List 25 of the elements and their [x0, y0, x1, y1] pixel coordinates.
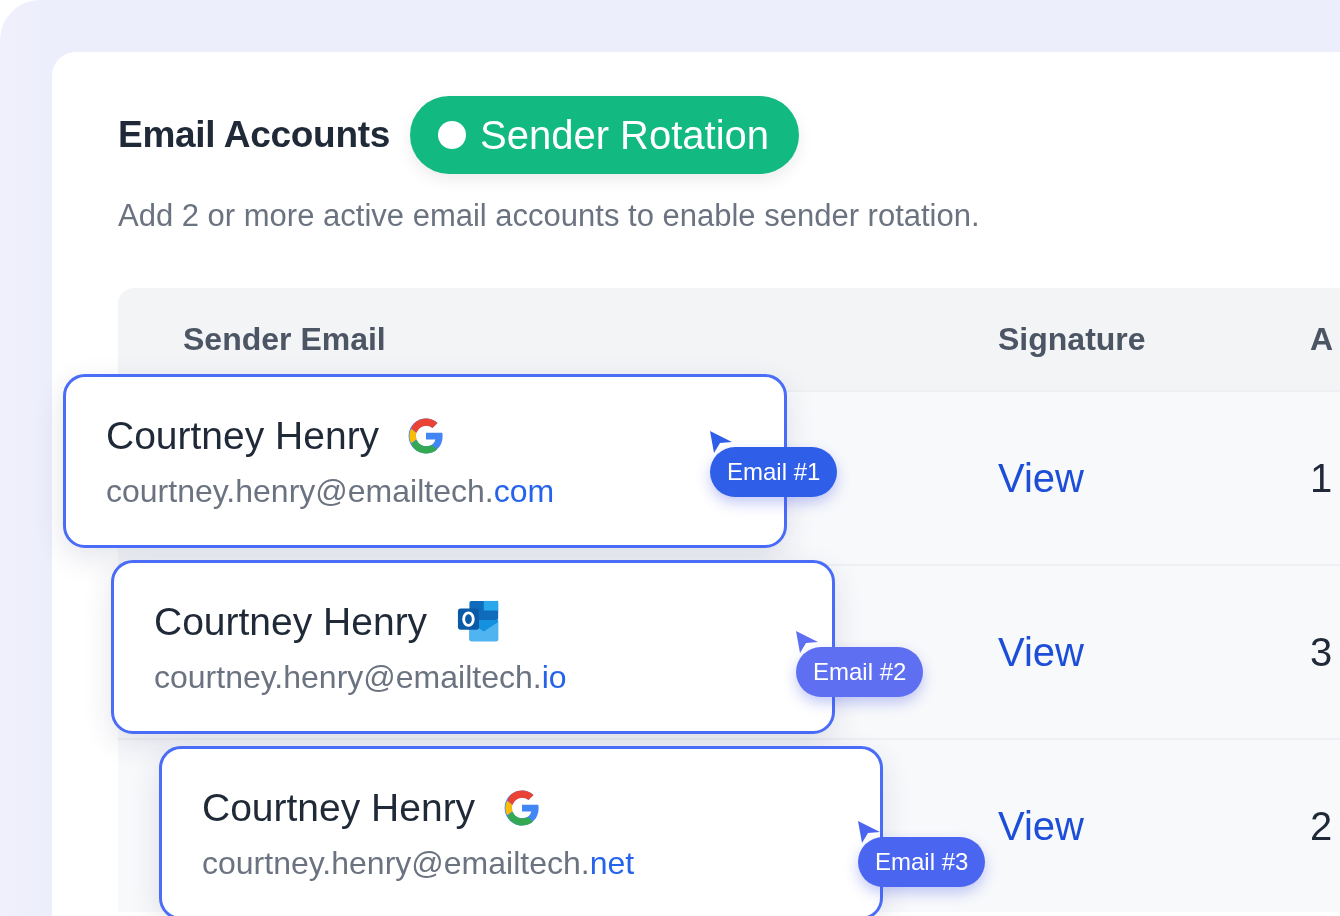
table-cell: 1 [1310, 455, 1333, 500]
email-tag: Email #1 [710, 447, 838, 497]
column-header: A [1310, 320, 1335, 358]
account-name: Courtney Henry [106, 414, 380, 458]
section-description: Add 2 or more active email accounts to enable sender rotation. [118, 198, 981, 234]
column-header: Signature [998, 320, 1147, 358]
cursor-icon [708, 429, 734, 455]
section-title: Email Accounts [118, 114, 390, 156]
google-icon [407, 417, 446, 455]
account-email: courtney.henry@emailtech.io [154, 659, 567, 696]
cursor-icon [794, 629, 820, 655]
table-cell: 2 [1310, 803, 1333, 848]
account-name: Courtney Henry [202, 786, 476, 830]
view-link[interactable]: View [998, 803, 1084, 848]
view-link[interactable]: View [998, 455, 1084, 500]
account-email: courtney.henry@emailtech.net [202, 845, 635, 882]
email-tag: Email #3 [858, 837, 986, 887]
sender-rotation-badge: Sender Rotation [410, 96, 800, 174]
column-header: Sender Email [182, 320, 387, 358]
google-icon [503, 789, 542, 827]
view-link[interactable]: View [998, 629, 1084, 674]
table-cell: 3 [1310, 629, 1333, 674]
account-name: Courtney Henry [154, 600, 428, 644]
email-tag: Email #2 [796, 647, 924, 697]
account-email: courtney.henry@emailtech.com [106, 473, 555, 510]
